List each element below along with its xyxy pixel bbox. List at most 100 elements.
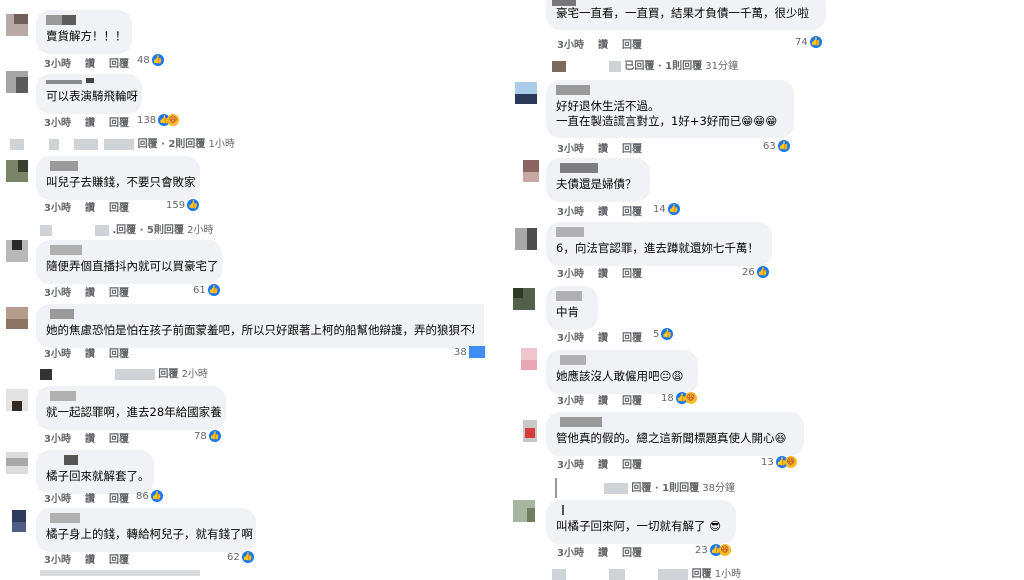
reply-button[interactable]: 回覆 <box>622 333 642 344</box>
comment-text: 就一起認罪啊，進去28年給國家養 <box>46 405 222 419</box>
reply-button[interactable]: 回覆 <box>622 396 642 407</box>
reaction-count[interactable]: 78 👍 <box>194 430 221 442</box>
reply-button[interactable]: 回覆 <box>622 144 642 155</box>
avatar[interactable] <box>6 240 28 262</box>
reply-button[interactable]: 回覆 <box>622 40 642 51</box>
view-replies-link[interactable]: 回覆 2小時 <box>40 365 208 380</box>
comment-text: 她應該沒人敢僱用吧😐😩 <box>556 369 684 383</box>
left-comment-column: 賣貨解方！！！ 3小時讚回覆 48 👍 可以表演騎飛輪呀 3小時讚回覆 138 👍😆… <box>0 0 500 576</box>
avatar[interactable] <box>12 510 34 532</box>
comment-text: 叫兒子去賺錢，不要只會敗家 <box>46 175 196 189</box>
like-button[interactable]: 讚 <box>85 118 95 129</box>
like-reaction-icon: 👍 <box>187 199 200 211</box>
reply-button[interactable]: 回覆 <box>109 349 129 360</box>
like-button[interactable]: 讚 <box>598 396 608 407</box>
reply-button[interactable]: 回覆 <box>109 59 129 70</box>
reaction-count[interactable]: 14 👍 <box>653 203 680 215</box>
reply-button[interactable]: 回覆 <box>109 555 129 566</box>
avatar[interactable] <box>6 452 28 474</box>
like-button[interactable]: 讚 <box>85 555 95 566</box>
like-button[interactable]: 讚 <box>598 207 608 218</box>
reply-button[interactable]: 回覆 <box>109 494 129 505</box>
reaction-count[interactable]: 63 👍 <box>763 140 790 152</box>
avatar[interactable] <box>6 14 28 36</box>
reply-button[interactable]: 回覆 <box>109 434 129 445</box>
reaction-count[interactable]: 62 👍 <box>227 551 254 563</box>
blurred-author-name <box>556 504 726 516</box>
avatar[interactable] <box>513 500 535 522</box>
like-button[interactable]: 讚 <box>598 460 608 471</box>
like-button[interactable]: 讚 <box>598 548 608 559</box>
comment-text: 橘子回來就解套了。 <box>46 469 150 483</box>
like-button[interactable]: 讚 <box>598 269 608 280</box>
comment-time: 3小時 <box>557 333 584 344</box>
like-button[interactable]: 讚 <box>85 494 95 505</box>
reaction-count[interactable]: 61 👍 <box>193 284 220 296</box>
reaction-count[interactable]: 13 👍😆 <box>761 456 797 468</box>
comment-actions: 3小時 讚 回覆 <box>44 551 143 566</box>
comment-time: 3小時 <box>557 460 584 471</box>
avatar[interactable] <box>523 420 545 442</box>
like-button[interactable]: 讚 <box>598 40 608 51</box>
view-replies-link[interactable]: 已回覆 · 1則回覆 31分鐘 <box>552 57 738 72</box>
avatar[interactable] <box>523 160 545 182</box>
like-button[interactable]: 讚 <box>85 203 95 214</box>
view-replies-link[interactable]: 回覆 1小時 <box>552 565 741 580</box>
reply-button[interactable]: 回覆 <box>622 207 642 218</box>
reply-button[interactable]: 回覆 <box>109 288 129 299</box>
reply-button[interactable]: 回覆 <box>622 269 642 280</box>
avatar[interactable] <box>6 389 28 411</box>
like-button[interactable]: 讚 <box>598 333 608 344</box>
view-replies-link[interactable]: .回覆 · 5則回覆 2小時 <box>40 221 213 236</box>
reply-button[interactable]: 回覆 <box>109 118 129 129</box>
like-reaction-icon: 👍 <box>150 490 163 502</box>
reply-button[interactable]: 回覆 <box>622 460 642 471</box>
blurred-author-name <box>46 78 132 86</box>
like-button[interactable]: 讚 <box>85 59 95 70</box>
like-reaction-icon <box>468 346 485 358</box>
comment-bubble: 豪宅一直看，一直買，結果才負債一千萬，很少啦 <box>546 0 826 30</box>
blurred-author-name <box>46 160 190 172</box>
comment-time: 3小時 <box>557 548 584 559</box>
reply-button[interactable]: 回覆 <box>622 548 642 559</box>
reaction-count[interactable]: 86 👍 <box>136 490 163 502</box>
reaction-count[interactable]: 138 👍😆 <box>137 114 180 126</box>
reaction-count[interactable]: 26 👍 <box>742 266 769 278</box>
avatar[interactable] <box>6 160 28 182</box>
avatar[interactable] <box>521 348 543 370</box>
avatar[interactable] <box>6 307 28 329</box>
comment-bubble: 隨便弄個直播抖內就可以買豪宅了 <box>36 240 222 284</box>
reaction-count[interactable]: 23 👍😆 <box>695 544 731 556</box>
blurred-author-name <box>46 512 246 524</box>
reaction-count[interactable]: 38 <box>454 346 485 358</box>
comment-text: 好好退休生活不過。 <box>556 99 660 113</box>
comment-actions: 3小時 讚 回覆 <box>44 199 143 214</box>
comment-text: 中肯 <box>556 305 579 319</box>
avatar[interactable] <box>513 288 535 310</box>
haha-reaction-icon: 😆 <box>784 456 797 468</box>
like-button[interactable]: 讚 <box>85 434 95 445</box>
like-button[interactable]: 讚 <box>85 288 95 299</box>
like-button[interactable]: 讚 <box>85 349 95 360</box>
view-replies-link[interactable]: 回覆 · 2則回覆 1小時 <box>10 135 235 150</box>
comment-actions: 3小時 讚 回覆 <box>44 345 143 360</box>
reaction-count[interactable]: 74 👍 <box>795 36 822 48</box>
view-replies-link[interactable]: 回覆 · 1則回覆 38分鐘 <box>555 478 735 498</box>
reply-button[interactable]: 回覆 <box>109 203 129 214</box>
reaction-count[interactable]: 159 👍 <box>166 199 200 211</box>
avatar[interactable] <box>515 228 537 250</box>
like-reaction-icon: 👍 <box>667 203 680 215</box>
reaction-count[interactable]: 18 👍😆 <box>661 392 697 404</box>
avatar[interactable] <box>6 71 28 93</box>
blurred-author-name <box>46 14 122 26</box>
avatar[interactable] <box>515 82 537 104</box>
comment-time: 3小時 <box>44 288 71 299</box>
comment-actions: 3小時 讚 回覆 <box>557 329 656 344</box>
reaction-count[interactable]: 48 👍 <box>137 54 164 66</box>
like-reaction-icon: 👍 <box>207 284 220 296</box>
comment-bubble: 叫橘子回來阿，一切就有解了 😎 <box>546 500 736 544</box>
comment-text: 叫橘子回來阿，一切就有解了 😎 <box>556 519 722 533</box>
blurred-author-name <box>46 244 212 256</box>
like-button[interactable]: 讚 <box>598 144 608 155</box>
reaction-count[interactable]: 5 👍 <box>653 328 674 340</box>
